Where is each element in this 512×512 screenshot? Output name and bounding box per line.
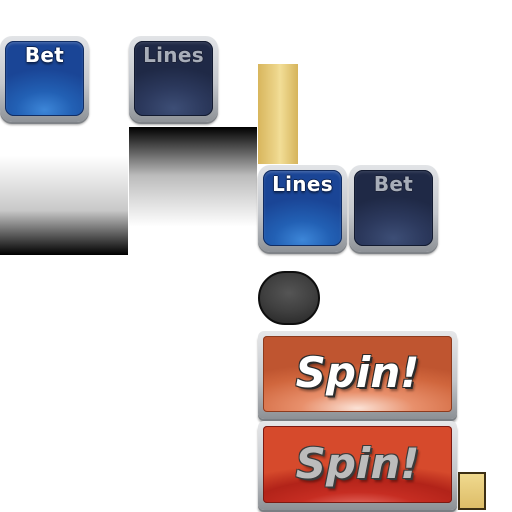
bet-button-disabled-label: Bet	[373, 172, 414, 196]
bet-button[interactable]: Bet	[0, 36, 89, 122]
spin-button[interactable]: Spin!	[258, 421, 457, 510]
gold-bar	[258, 64, 298, 164]
bet-button-face: Bet	[5, 41, 84, 116]
spin-button-hover-face: Spin!	[263, 336, 452, 412]
gradient-strip-middle	[129, 127, 257, 255]
lines-button[interactable]: Lines	[258, 165, 347, 252]
bet-button-disabled-face: Bet	[354, 170, 433, 246]
bet-button-disabled[interactable]: Bet	[349, 165, 438, 252]
bet-button-label: Bet	[24, 43, 65, 67]
gold-tile	[458, 472, 486, 510]
spin-button-label: Spin!	[295, 438, 420, 488]
lines-button-disabled[interactable]: Lines	[129, 36, 218, 122]
dark-pill-button[interactable]	[258, 271, 320, 325]
lines-button-disabled-label: Lines	[143, 43, 204, 67]
lines-button-face: Lines	[263, 170, 342, 246]
spin-button-hover[interactable]: Spin!	[258, 331, 457, 419]
spin-button-face: Spin!	[263, 426, 452, 503]
lines-button-label: Lines	[272, 172, 333, 196]
spin-button-hover-label: Spin!	[295, 348, 420, 397]
lines-button-disabled-face: Lines	[134, 41, 213, 116]
gradient-strip-left	[0, 128, 128, 255]
